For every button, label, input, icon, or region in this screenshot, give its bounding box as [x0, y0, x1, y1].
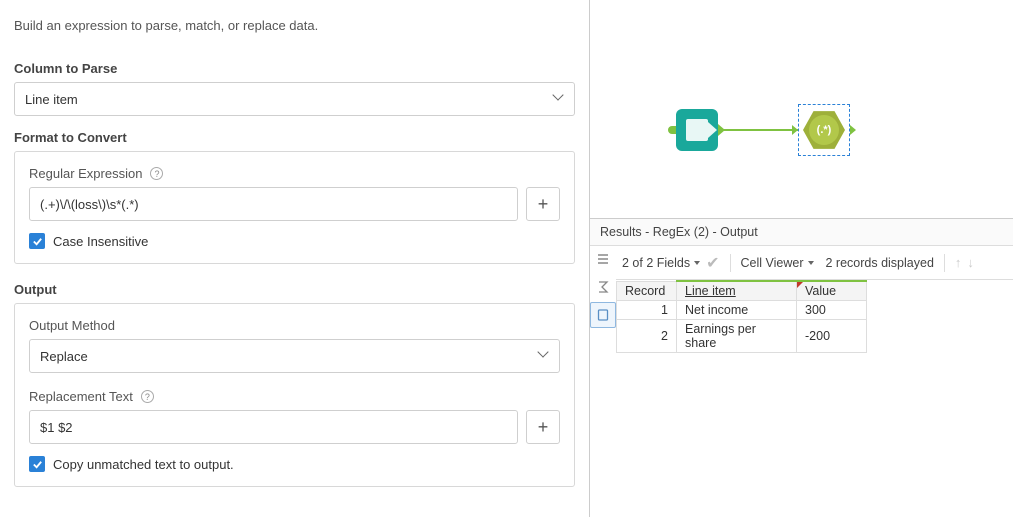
output-method-select[interactable]: Replace — [29, 339, 560, 373]
input-tool-node[interactable] — [676, 109, 718, 151]
results-title: Results - RegEx (2) - Output — [590, 219, 1013, 246]
arrow-up-icon[interactable]: ↑ — [955, 255, 962, 270]
copy-unmatched-label: Copy unmatched text to output. — [53, 457, 234, 472]
intro-text: Build an expression to parse, match, or … — [14, 18, 575, 33]
case-insensitive-checkbox[interactable] — [29, 233, 45, 249]
col-value[interactable]: Value — [797, 281, 867, 301]
chevron-down-icon — [554, 94, 564, 104]
arrow-down-icon[interactable]: ↓ — [967, 255, 974, 270]
column-to-parse-value: Line item — [25, 92, 78, 107]
help-icon[interactable]: ? — [141, 390, 154, 403]
workflow-canvas[interactable]: (.*) — [590, 0, 1013, 218]
replacement-text-label-row: Replacement Text ? — [29, 389, 560, 404]
right-panel: (.*) Results - RegEx (2) - Output — [590, 0, 1013, 517]
cell-record: 2 — [617, 320, 677, 353]
book-icon — [686, 119, 708, 141]
replacement-text-label: Replacement Text — [29, 389, 133, 404]
regex-input[interactable] — [29, 187, 518, 221]
results-table: Record Line item Value 1 Net income 300 — [616, 280, 867, 353]
rail-sigma-icon[interactable] — [590, 274, 616, 300]
col-record[interactable]: Record — [617, 281, 677, 301]
cell-value: -200 — [797, 320, 867, 353]
table-row[interactable]: 1 Net income 300 — [617, 301, 867, 320]
cell-viewer-dropdown[interactable]: Cell Viewer — [741, 256, 814, 270]
help-icon[interactable]: ? — [150, 167, 163, 180]
apply-check-icon[interactable]: ✔ — [706, 253, 719, 273]
connection-line — [718, 129, 798, 131]
copy-unmatched-checkbox[interactable] — [29, 456, 45, 472]
table-row[interactable]: 2 Earnings per share -200 — [617, 320, 867, 353]
cell-line-item: Net income — [677, 301, 797, 320]
output-group: Output Method Replace Replacement Text ?… — [14, 303, 575, 487]
output-method-value: Replace — [40, 349, 88, 364]
add-replacement-button[interactable]: + — [526, 410, 560, 444]
column-to-parse-label: Column to Parse — [14, 61, 575, 76]
regex-label: Regular Expression — [29, 166, 142, 181]
results-panel: Results - RegEx (2) - Output 2 of 2 Fi — [590, 218, 1013, 517]
results-rail — [590, 246, 616, 517]
rail-page-icon[interactable] — [590, 302, 616, 328]
case-insensitive-label: Case Insensitive — [53, 234, 148, 249]
fields-summary[interactable]: 2 of 2 Fields — [622, 256, 700, 270]
col-line-item[interactable]: Line item — [677, 281, 797, 301]
results-toolbar: 2 of 2 Fields ✔ Cell Viewer 2 records di… — [616, 246, 1013, 280]
records-count-label: 2 records displayed — [826, 256, 934, 270]
output-label: Output — [14, 282, 575, 297]
column-to-parse-select[interactable]: Line item — [14, 82, 575, 116]
format-to-convert-group: Regular Expression ? + Case Insensitive — [14, 151, 575, 264]
config-panel: Build an expression to parse, match, or … — [0, 0, 590, 517]
cell-record: 1 — [617, 301, 677, 320]
cell-value: 300 — [797, 301, 867, 320]
replacement-text-input[interactable] — [29, 410, 518, 444]
output-method-label: Output Method — [29, 318, 560, 333]
regex-node-label: (.*) — [809, 115, 839, 145]
format-to-convert-label: Format to Convert — [14, 130, 575, 145]
rail-list-icon[interactable] — [590, 246, 616, 272]
chevron-down-icon — [539, 351, 549, 361]
add-expression-button[interactable]: + — [526, 187, 560, 221]
cell-line-item: Earnings per share — [677, 320, 797, 353]
regex-tool-node[interactable]: (.*) — [798, 104, 850, 156]
regex-label-row: Regular Expression ? — [29, 166, 560, 181]
